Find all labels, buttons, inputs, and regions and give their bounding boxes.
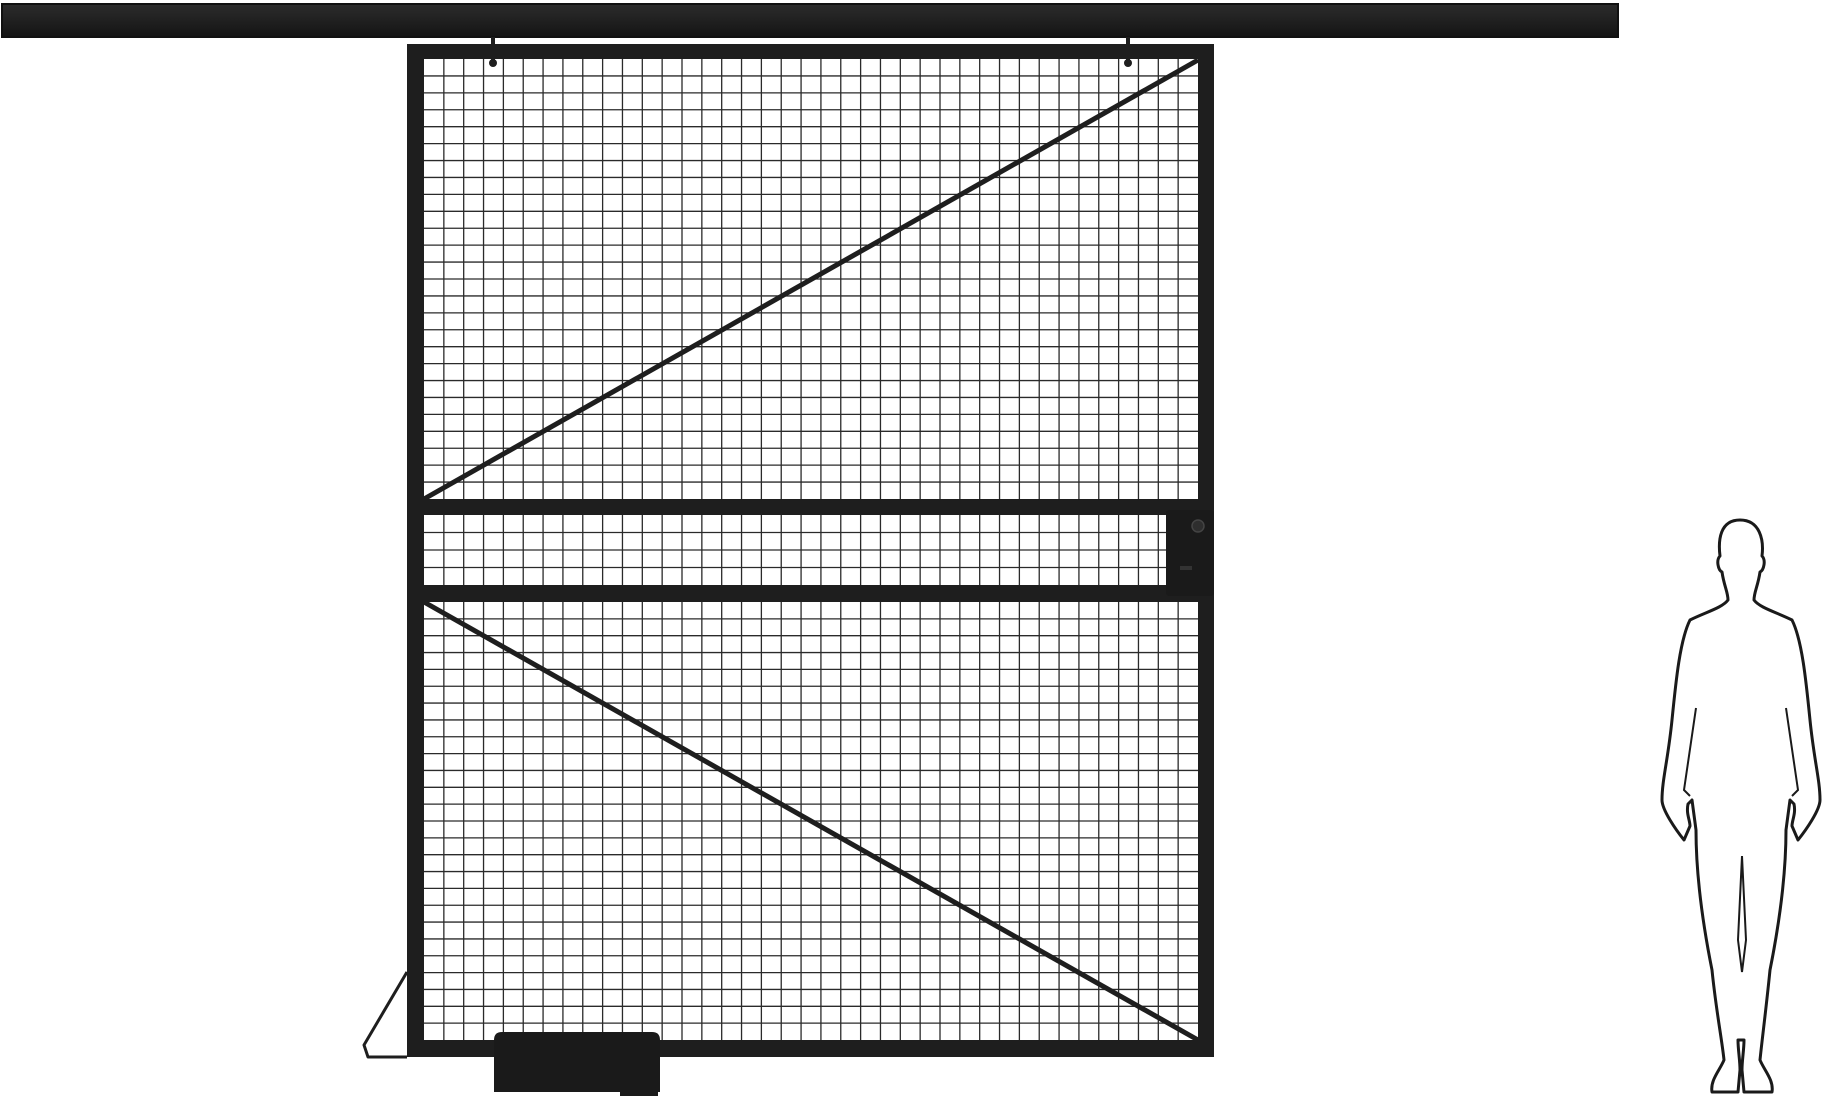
lock-latch [1180,566,1192,570]
door-stop-bracket [362,971,409,1059]
gate-drawing [0,0,1831,1096]
floor-guide [494,1032,660,1096]
mesh-panel-middle [424,515,1198,585]
human-scale-silhouette [1660,518,1822,1094]
frame-top-rail [407,44,1214,59]
frame-left-stile [407,44,424,1057]
gate-illustration [1,3,1822,1096]
hanger-left-bolt [489,59,497,67]
floor-guide-body [494,1032,660,1092]
overhead-rail [1,3,1619,38]
lock-housing [1166,510,1214,596]
hanger-right-bolt [1124,59,1132,67]
frame-mid-rail-lower [407,585,1214,602]
lock-box [1166,510,1214,596]
frame-mid-rail-upper [407,499,1214,515]
floor-guide-foot [620,1090,658,1096]
lock-keyhole-icon [1191,519,1205,533]
